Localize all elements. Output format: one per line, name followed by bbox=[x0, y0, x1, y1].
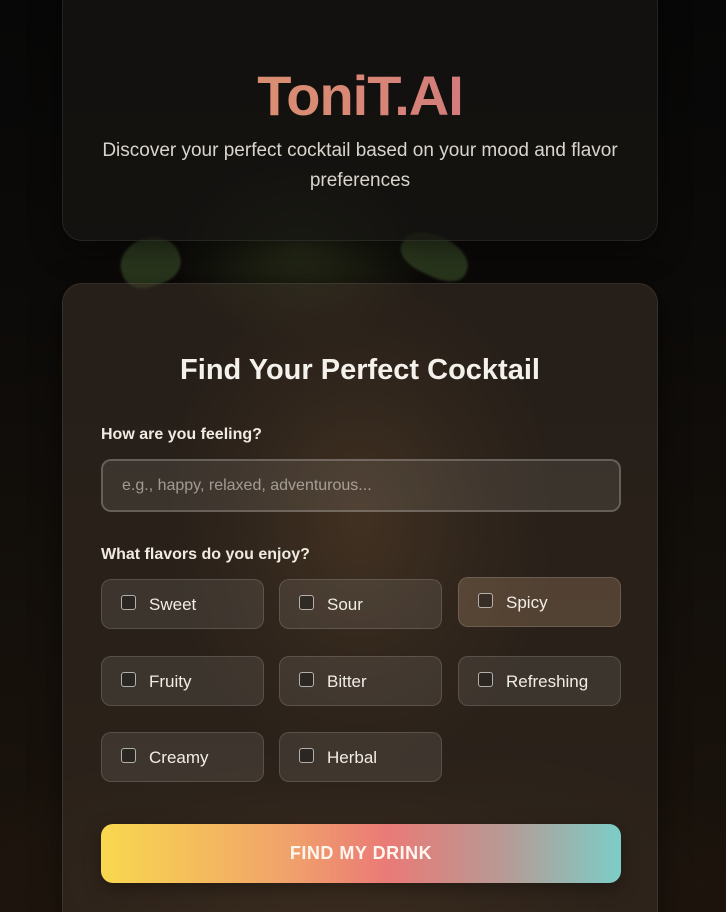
flavor-label: Sour bbox=[327, 595, 363, 614]
flavor-label: Fruity bbox=[149, 672, 192, 691]
form-title: Find Your Perfect Cocktail bbox=[180, 354, 540, 386]
checkbox-icon[interactable] bbox=[478, 672, 493, 687]
checkbox-icon[interactable] bbox=[299, 595, 314, 610]
checkbox-icon[interactable] bbox=[299, 672, 314, 687]
flavor-option-spicy[interactable]: Spicy bbox=[458, 577, 621, 627]
hero-card: ToniT.AI Discover your perfect cocktail … bbox=[62, 0, 658, 241]
flavor-option-sweet[interactable]: Sweet bbox=[101, 579, 264, 629]
flavor-label: Refreshing bbox=[506, 672, 589, 691]
mood-label: How are you feeling? bbox=[101, 426, 262, 443]
flavor-option-refreshing[interactable]: Refreshing bbox=[458, 656, 621, 706]
find-my-drink-button[interactable]: FIND MY DRINK bbox=[101, 824, 621, 883]
tagline: Discover your perfect cocktail based on … bbox=[102, 140, 618, 191]
flavor-label: Spicy bbox=[506, 593, 548, 612]
flavor-label: Creamy bbox=[149, 748, 209, 767]
flavor-option-creamy[interactable]: Creamy bbox=[101, 732, 264, 782]
checkbox-icon[interactable] bbox=[299, 748, 314, 763]
flavor-label: Herbal bbox=[327, 748, 378, 767]
flavor-option-fruity[interactable]: Fruity bbox=[101, 656, 264, 706]
flavor-option-herbal[interactable]: Herbal bbox=[279, 732, 442, 782]
flavor-option-bitter[interactable]: Bitter bbox=[279, 656, 442, 706]
checkbox-icon[interactable] bbox=[121, 595, 136, 610]
flavors-label: What flavors do you enjoy? bbox=[101, 546, 310, 563]
brand-title: ToniT.AI bbox=[63, 63, 657, 128]
cocktail-form-card: Find Your Perfect Cocktail How are you f… bbox=[62, 283, 658, 912]
flavor-label: Bitter bbox=[327, 672, 367, 691]
checkbox-icon[interactable] bbox=[478, 593, 493, 608]
flavor-option-sour[interactable]: Sour bbox=[279, 579, 442, 629]
checkbox-icon[interactable] bbox=[121, 672, 136, 687]
mood-input[interactable] bbox=[101, 459, 621, 512]
checkbox-icon[interactable] bbox=[121, 748, 136, 763]
flavor-label: Sweet bbox=[149, 595, 197, 614]
page-background: ToniT.AI Discover your perfect cocktail … bbox=[0, 0, 726, 912]
